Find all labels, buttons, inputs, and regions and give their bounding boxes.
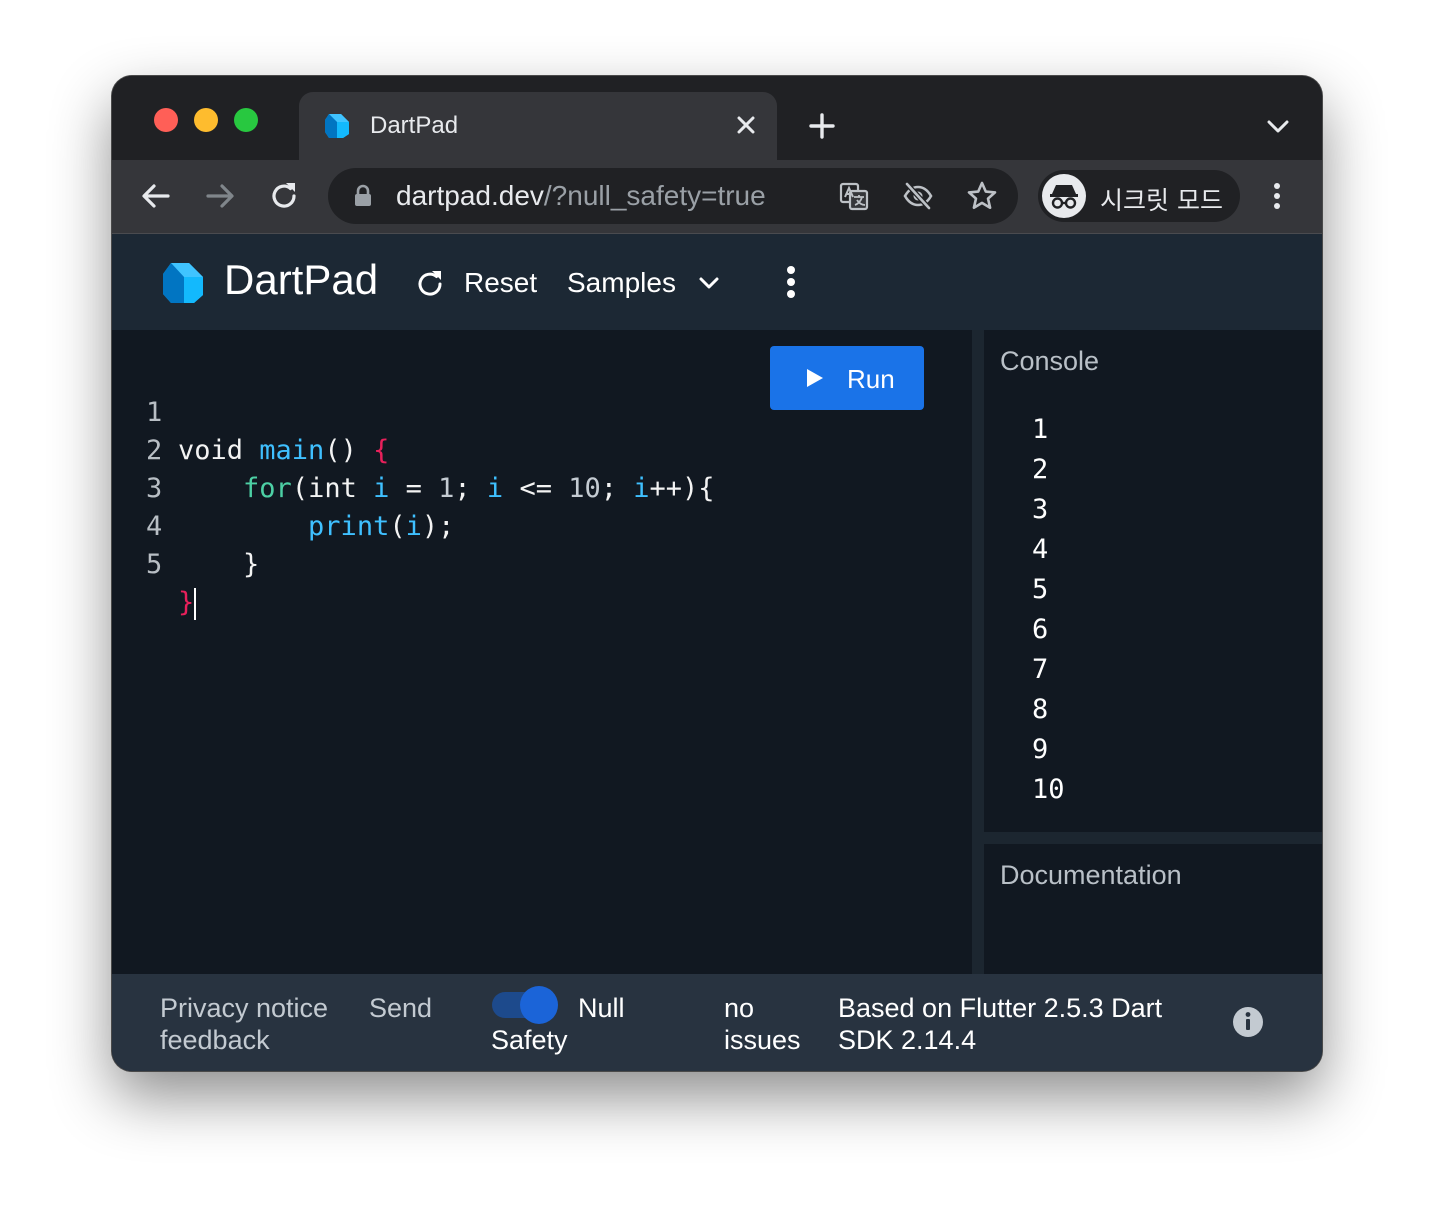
documentation-panel: Documentation xyxy=(984,844,1322,974)
minimize-window-button[interactable] xyxy=(194,108,218,132)
chevron-down-icon[interactable] xyxy=(1262,112,1294,140)
code-line[interactable]: 1 void main() { xyxy=(112,356,389,466)
lock-icon[interactable] xyxy=(352,184,374,208)
console-line: 2 xyxy=(1032,454,1049,485)
url-host: dartpad.dev xyxy=(396,180,544,211)
browser-toolbar: dartpad.dev/?null_safety=true 시크릿 모드 xyxy=(112,160,1322,234)
incognito-label: 시크릿 모드 xyxy=(1100,186,1223,215)
console-line: 8 xyxy=(1032,694,1049,725)
url-text[interactable]: dartpad.dev/?null_safety=true xyxy=(396,180,766,212)
feedback-link[interactable]: feedback xyxy=(160,1024,270,1056)
run-button[interactable]: Run xyxy=(770,346,924,410)
null-safety-toggle[interactable] xyxy=(492,986,562,1024)
more-options-icon[interactable] xyxy=(776,262,806,302)
star-icon[interactable] xyxy=(966,180,998,212)
vertical-splitter[interactable] xyxy=(972,330,984,974)
run-label: Run xyxy=(847,364,895,394)
code-line-text: for(int i = 1; i <= 10; i++){ xyxy=(243,473,715,504)
browser-window: DartPad dartpad.dev/?null_safety=true 시크… xyxy=(112,76,1322,1071)
console-title: Console xyxy=(1000,346,1100,376)
tab-dartpad[interactable]: DartPad xyxy=(299,92,777,160)
issues-status-line2: issues xyxy=(724,1025,801,1055)
version-info: Based on Flutter 2.5.3 Dart xyxy=(838,993,1163,1023)
console-line: 3 xyxy=(1032,494,1049,525)
incognito-indicator[interactable]: 시크릿 모드 xyxy=(1038,170,1240,222)
chevron-down-icon[interactable] xyxy=(696,270,722,296)
code-area[interactable]: 1 void main() { 2 for(int i = 1; i <= 10… xyxy=(112,356,715,620)
app-title: DartPad xyxy=(224,256,379,303)
dartpad-header: DartPad Reset Samples xyxy=(112,234,1322,330)
code-editor[interactable]: 1 void main() { 2 for(int i = 1; i <= 10… xyxy=(112,330,972,974)
console-line: 6 xyxy=(1032,614,1049,645)
play-icon xyxy=(807,369,823,387)
text-cursor xyxy=(194,587,197,620)
code-line[interactable]: 3 print(i); xyxy=(112,432,454,542)
refresh-icon[interactable] xyxy=(414,268,446,300)
dart-logo-icon xyxy=(163,263,203,303)
console-line: 9 xyxy=(1032,734,1049,765)
info-icon[interactable] xyxy=(1232,1006,1264,1038)
privacy-notice-link[interactable]: Privacy notice xyxy=(160,992,328,1024)
new-tab-icon[interactable] xyxy=(802,106,842,146)
close-tab-icon[interactable] xyxy=(731,110,761,140)
line-number: 5 xyxy=(146,549,163,580)
reset-button[interactable]: Reset xyxy=(464,267,537,299)
code-line[interactable]: 5 } xyxy=(112,508,242,620)
forward-icon[interactable] xyxy=(202,178,238,214)
console-line: 1 xyxy=(1032,414,1049,445)
address-bar[interactable]: dartpad.dev/?null_safety=true xyxy=(328,168,1018,224)
send-feedback-link[interactable]: Send xyxy=(369,992,432,1024)
more-icon[interactable] xyxy=(1262,178,1292,214)
incognito-icon xyxy=(1042,174,1086,218)
null-safety-label-line2: Safety xyxy=(491,1025,568,1055)
translate-icon[interactable] xyxy=(838,180,870,212)
maximize-window-button[interactable] xyxy=(234,108,258,132)
console-line: 4 xyxy=(1032,534,1049,565)
toggle-thumb xyxy=(520,986,558,1024)
code-line[interactable]: 4 } xyxy=(112,470,259,580)
back-icon[interactable] xyxy=(138,178,174,214)
horizontal-splitter[interactable] xyxy=(984,832,1322,844)
code-line-text: } xyxy=(178,587,197,620)
console-line: 7 xyxy=(1032,654,1049,685)
console-panel: Console 1 2 3 4 5 6 7 8 9 10 xyxy=(984,330,1322,832)
null-safety-label: Null xyxy=(578,993,625,1023)
version-info-line2: SDK 2.14.4 xyxy=(838,1025,977,1055)
console-output: 1 2 3 4 5 6 7 8 9 10 xyxy=(1032,410,1065,810)
status-footer: Privacy notice feedback Send Null Safety… xyxy=(112,974,1322,1071)
console-line: 10 xyxy=(1032,774,1065,805)
reload-icon[interactable] xyxy=(266,178,302,214)
documentation-title: Documentation xyxy=(1000,860,1182,890)
tracking-blocked-icon[interactable] xyxy=(902,180,934,212)
console-line: 5 xyxy=(1032,574,1049,605)
dart-logo-icon xyxy=(325,114,349,138)
code-line[interactable]: 2 for(int i = 1; i <= 10; i++){ xyxy=(112,394,715,504)
tab-title: DartPad xyxy=(370,112,459,139)
close-window-button[interactable] xyxy=(154,108,178,132)
url-path: /?null_safety=true xyxy=(543,180,766,211)
issues-status: no xyxy=(724,993,755,1023)
samples-dropdown[interactable]: Samples xyxy=(567,267,676,299)
tab-strip: DartPad xyxy=(112,76,1322,160)
